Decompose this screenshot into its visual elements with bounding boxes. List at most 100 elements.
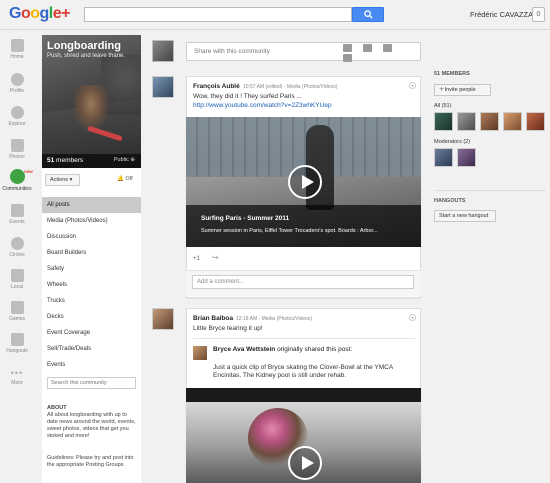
more-icon: ••• <box>10 368 24 378</box>
all-members-label[interactable]: All (51) <box>434 103 451 109</box>
search-button[interactable] <box>352 7 384 22</box>
notifications-button[interactable]: 0 <box>532 7 545 22</box>
video-caption: Surfing Paris - Summer 2011 Summer sessi… <box>186 205 421 247</box>
post-link[interactable]: http://www.youtube.com/watch?v=2Z3whKYUe… <box>193 102 332 109</box>
video-title[interactable]: Surfing Paris - Summer 2011 <box>201 215 289 222</box>
community-panel: Longboarding Push, shred and leave thane… <box>42 35 141 483</box>
local-icon <box>10 269 24 282</box>
nav-label: Local <box>11 284 23 290</box>
start-hangout-button[interactable]: Start a new hangout <box>434 210 496 222</box>
share-arrow-icon[interactable]: ↪ <box>212 253 219 262</box>
post-menu-icon[interactable]: ▾ <box>409 82 416 89</box>
nav-label: Circles <box>9 252 25 258</box>
member-avatar[interactable] <box>457 112 476 131</box>
user-name-link[interactable]: Frédéric CAVAZZA <box>470 10 533 19</box>
comment-input[interactable]: Add a comment... <box>192 275 414 289</box>
category-media[interactable]: Media (Photos/Videos) <box>42 213 141 229</box>
member-avatar[interactable] <box>526 112 545 131</box>
left-navigation: Home Profile Explore Photos Communities … <box>0 31 34 483</box>
video-embed[interactable] <box>186 388 421 483</box>
post-menu-icon[interactable]: ▾ <box>409 314 416 321</box>
moderators-label[interactable]: Moderators (2) <box>434 139 470 145</box>
bell-icon: 🔔 <box>117 176 124 182</box>
original-author-suffix: originally shared this post: <box>277 346 353 353</box>
link-icon[interactable] <box>343 54 352 62</box>
nav-games[interactable]: Games <box>0 301 34 322</box>
post-category[interactable]: Media (Photos/Videos) <box>287 84 338 90</box>
circles-icon <box>10 237 24 250</box>
category-safety[interactable]: Safety <box>42 261 141 277</box>
invite-people-label: Invite people <box>444 87 476 93</box>
category-event-coverage[interactable]: Event Coverage <box>42 325 141 341</box>
post-author-name[interactable]: Brian Balboa <box>193 315 233 322</box>
events-icon <box>10 204 24 217</box>
original-author-name[interactable]: Bryce Ava Wettstein <box>213 346 275 353</box>
about-text: All about longboarding with up to date n… <box>47 412 136 439</box>
post-time[interactable]: 10:57 AM (edited) <box>243 84 282 90</box>
google-plus-logo[interactable]: Google+ <box>9 5 70 23</box>
moderator-avatar[interactable] <box>434 148 453 167</box>
play-icon[interactable] <box>288 446 322 480</box>
current-user-avatar[interactable] <box>152 40 174 62</box>
hangouts-icon <box>10 333 24 346</box>
nav-circles[interactable]: Circles <box>0 237 34 258</box>
search-input[interactable] <box>84 7 352 22</box>
member-avatar[interactable] <box>480 112 499 131</box>
nav-local[interactable]: Local <box>0 269 34 290</box>
nav-events[interactable]: Events <box>0 204 34 225</box>
post-meta: 10:57 AM (edited) - Media (Photos/Videos… <box>243 84 338 90</box>
category-wheels[interactable]: Wheels <box>42 277 141 293</box>
video-embed[interactable]: Surfing Paris - Summer 2011 Summer sessi… <box>186 117 421 247</box>
category-list: All posts Media (Photos/Videos) Discussi… <box>42 197 141 373</box>
nav-explore[interactable]: Explore <box>0 106 34 127</box>
nav-label: Explore <box>8 121 26 127</box>
actions-dropdown[interactable]: Actions ▾ <box>45 174 80 186</box>
nav-photos[interactable]: Photos <box>0 139 34 160</box>
post-author-name[interactable]: François Aublé <box>193 83 240 90</box>
member-avatar[interactable] <box>434 112 453 131</box>
members-heading[interactable]: 51 MEMBERS <box>434 71 470 77</box>
post-author-avatar[interactable] <box>152 76 174 98</box>
community-search-field[interactable] <box>47 377 136 389</box>
video-description: Summer session in Paris, Eiffel Tower Tr… <box>201 228 378 234</box>
notifications-toggle[interactable]: 🔔 Off <box>117 176 133 182</box>
category-discussion[interactable]: Discussion <box>42 229 141 245</box>
comment-placeholder: Add a comment... <box>197 279 245 285</box>
notifications-toggle-label: Off <box>125 176 133 182</box>
play-icon[interactable] <box>288 165 322 199</box>
post-category[interactable]: Media (Photos/Videos) <box>262 316 313 322</box>
share-attachment-icons <box>343 44 418 62</box>
plus-one-button[interactable]: +1 <box>193 256 200 262</box>
original-post-text: Just a quick clip of Bryce skating the C… <box>213 364 393 379</box>
nav-home[interactable]: Home <box>0 39 34 60</box>
category-decks[interactable]: Decks <box>42 309 141 325</box>
category-board-builders[interactable]: Board Builders <box>42 245 141 261</box>
nav-label: Communities <box>2 186 32 192</box>
event-icon[interactable] <box>382 44 392 52</box>
video-icon[interactable] <box>362 44 372 52</box>
nav-profile[interactable]: Profile <box>0 73 34 94</box>
category-all-posts[interactable]: All posts <box>42 197 141 213</box>
community-name: Longboarding <box>47 40 121 52</box>
moderator-avatar[interactable] <box>457 148 476 167</box>
community-search-input[interactable] <box>48 378 135 388</box>
nav-hangouts[interactable]: Hangouts <box>0 333 34 354</box>
member-avatar[interactable] <box>503 112 522 131</box>
members-count[interactable]: 51 members <box>47 157 83 164</box>
photo-icon[interactable] <box>343 44 352 52</box>
category-sell-trade-deals[interactable]: Sell/Trade/Deals <box>42 341 141 357</box>
hangouts-heading: HANGOUTS <box>434 198 466 204</box>
category-events[interactable]: Events <box>42 357 141 373</box>
invite-people-button[interactable]: ＋Invite people <box>434 84 491 96</box>
nav-more[interactable]: ••• More <box>0 368 34 386</box>
original-author-avatar[interactable] <box>193 346 207 360</box>
nav-label: Profile <box>9 88 25 94</box>
share-placeholder: Share with this community <box>194 48 270 55</box>
nav-label: More <box>11 380 23 386</box>
category-trucks[interactable]: Trucks <box>42 293 141 309</box>
post-author-avatar[interactable] <box>152 308 174 330</box>
nav-communities[interactable]: Communities new <box>0 169 34 192</box>
profile-icon <box>10 73 24 86</box>
post-time[interactable]: 12:18 AM <box>236 316 257 322</box>
members-number: 51 <box>47 157 55 164</box>
